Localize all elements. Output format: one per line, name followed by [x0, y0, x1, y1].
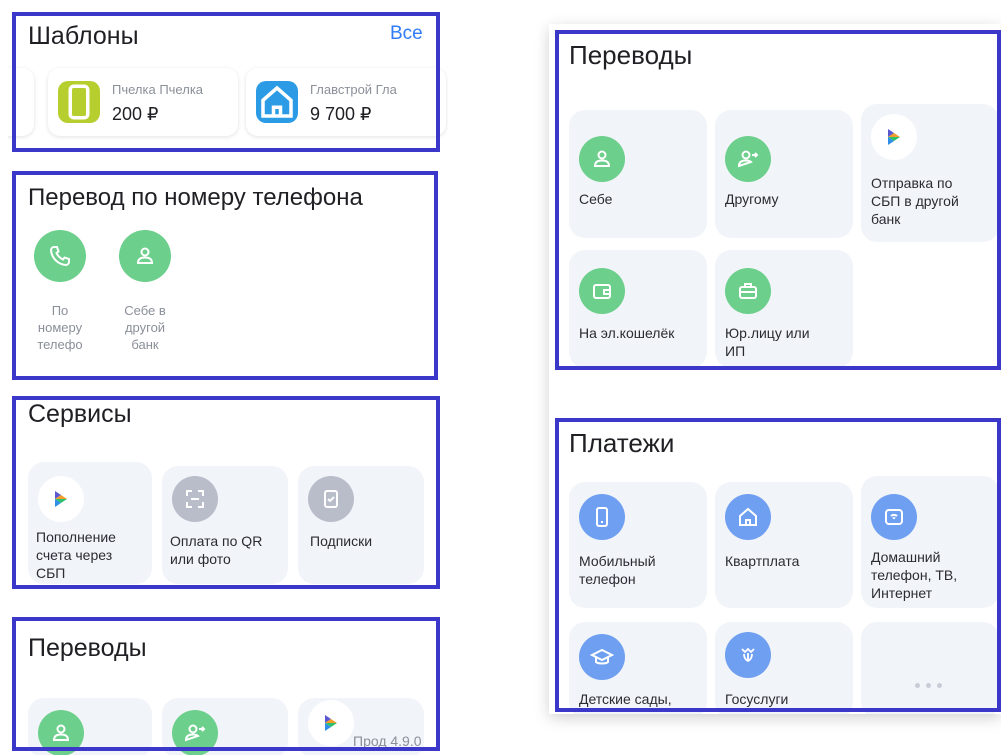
- right-screen: Переводы Себе Другому Отправка по СБП в …: [549, 24, 1001, 714]
- left-screen: Шаблоны Все Пчелка Пчелка 200 ₽ Главстро…: [8, 0, 448, 755]
- highlight-templates: [12, 12, 440, 152]
- highlight-services: [12, 396, 440, 589]
- highlight-payments: [555, 418, 1001, 712]
- highlight-phone-transfer: [12, 171, 438, 380]
- highlight-transfers: [555, 30, 1001, 370]
- highlight-transfers-peek: [12, 617, 440, 751]
